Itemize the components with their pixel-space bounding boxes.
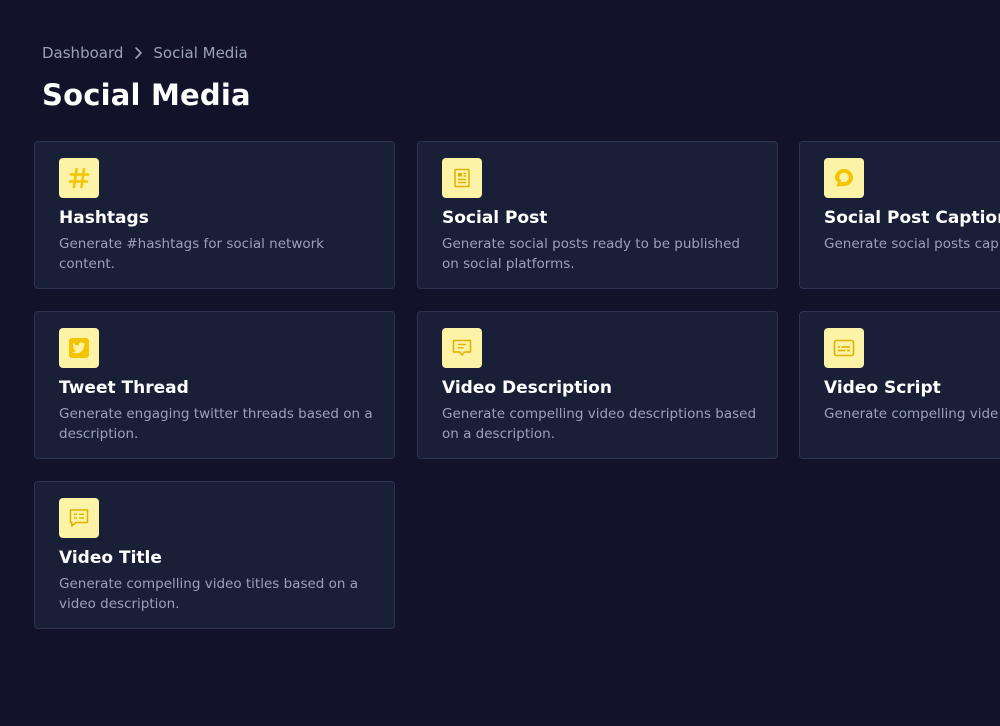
card-title: Video Title <box>59 548 162 568</box>
card-title: Tweet Thread <box>59 378 189 398</box>
card-description: Generate social posts cap attention. <box>824 236 1000 252</box>
card-video-description[interactable]: Video Description Generate compelling vi… <box>417 311 778 459</box>
card-description: Generate compelling video descriptions b… <box>442 406 757 442</box>
breadcrumb: Dashboard Social Media <box>42 42 248 64</box>
card-tweet-thread[interactable]: Tweet Thread Generate engaging twitter t… <box>34 311 395 459</box>
subtitles-icon <box>824 328 864 368</box>
chevron-right-icon <box>123 46 153 60</box>
card-social-post-caption[interactable]: Social Post Caption Generate social post… <box>799 141 1000 289</box>
card-social-post[interactable]: Social Post Generate social posts ready … <box>417 141 778 289</box>
card-video-title[interactable]: Video Title Generate compelling video ti… <box>34 481 395 629</box>
card-title: Hashtags <box>59 208 149 228</box>
card-description: Generate compelling video titles based o… <box>59 576 359 612</box>
message-icon <box>442 328 482 368</box>
page-title: Social Media <box>42 78 251 112</box>
card-description: Generate compelling vide a description. <box>824 406 1000 422</box>
document-icon <box>442 158 482 198</box>
card-description: Generate social posts ready to be publis… <box>442 236 740 272</box>
breadcrumb-current: Social Media <box>153 44 248 62</box>
text-message-icon <box>59 498 99 538</box>
twitter-icon <box>59 328 99 368</box>
card-title: Video Description <box>442 378 612 398</box>
chat-bubble-icon <box>824 158 864 198</box>
card-title: Social Post <box>442 208 548 228</box>
hashtag-icon <box>59 158 99 198</box>
card-description: Generate #hashtags for social network co… <box>59 236 324 272</box>
card-description: Generate engaging twitter threads based … <box>59 406 373 442</box>
card-video-script[interactable]: Video Script Generate compelling vide a … <box>799 311 1000 459</box>
breadcrumb-dashboard-link[interactable]: Dashboard <box>42 44 123 62</box>
card-hashtags[interactable]: Hashtags Generate #hashtags for social n… <box>34 141 395 289</box>
page: Dashboard Social Media Social Media Hash… <box>0 0 1000 726</box>
card-title: Social Post Caption <box>824 208 1000 228</box>
card-title: Video Script <box>824 378 941 398</box>
